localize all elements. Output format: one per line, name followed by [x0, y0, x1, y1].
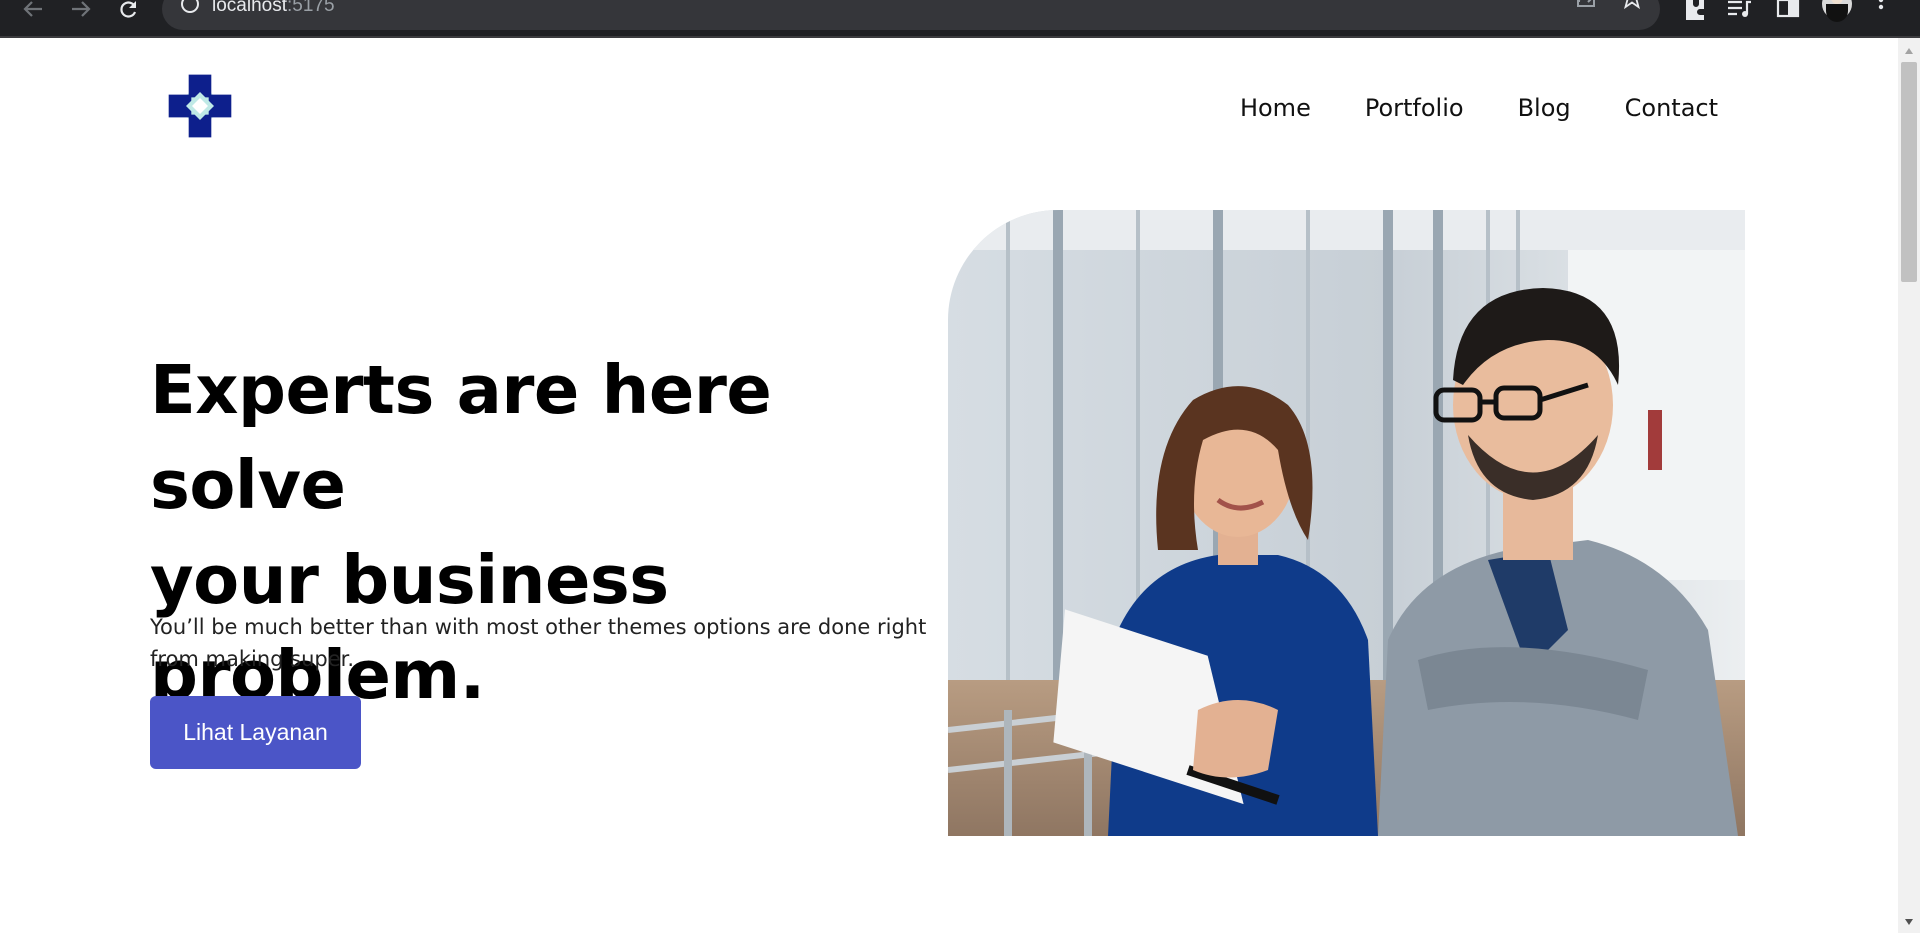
site-info-icon[interactable]	[180, 0, 200, 20]
scroll-up-arrow-icon[interactable]	[1898, 42, 1920, 60]
url-port: :5175	[287, 0, 335, 16]
view-services-button[interactable]: Lihat Layanan	[150, 696, 361, 769]
side-panel-icon[interactable]	[1776, 0, 1804, 20]
nav-blog-link[interactable]: Blog	[1518, 94, 1571, 122]
browser-menu-icon[interactable]	[1876, 0, 1904, 20]
url-host: localhost	[212, 0, 287, 16]
hero-title-line-1: Experts are here solve	[150, 351, 772, 524]
bookmark-star-icon[interactable]	[1620, 0, 1644, 10]
forward-icon[interactable]	[64, 0, 98, 18]
share-icon[interactable]	[1574, 0, 1598, 8]
scroll-down-arrow-icon[interactable]	[1898, 913, 1920, 931]
hero-image	[948, 210, 1745, 836]
page-content: Home Portfolio Blog Contact Experts are …	[0, 38, 1898, 933]
main-nav: Home Portfolio Blog Contact	[1240, 94, 1718, 122]
url-text[interactable]: localhost:5175	[212, 0, 335, 16]
browser-toolbar: localhost:5175	[0, 0, 1920, 38]
extensions-icon[interactable]	[1682, 0, 1710, 20]
nav-contact-link[interactable]: Contact	[1625, 94, 1718, 122]
back-icon[interactable]	[16, 0, 50, 18]
nav-home-link[interactable]: Home	[1240, 94, 1311, 122]
address-bar[interactable]: localhost:5175	[162, 0, 1660, 30]
hero-description: You’ll be much better than with most oth…	[150, 615, 927, 671]
brand-logo[interactable]	[162, 68, 238, 144]
nav-portfolio-link[interactable]: Portfolio	[1365, 94, 1464, 122]
reload-icon[interactable]	[112, 0, 146, 18]
page-scrollbar[interactable]	[1898, 38, 1920, 933]
scrollbar-thumb[interactable]	[1901, 62, 1917, 282]
profile-avatar[interactable]	[1822, 0, 1852, 22]
media-control-icon[interactable]	[1726, 0, 1754, 20]
